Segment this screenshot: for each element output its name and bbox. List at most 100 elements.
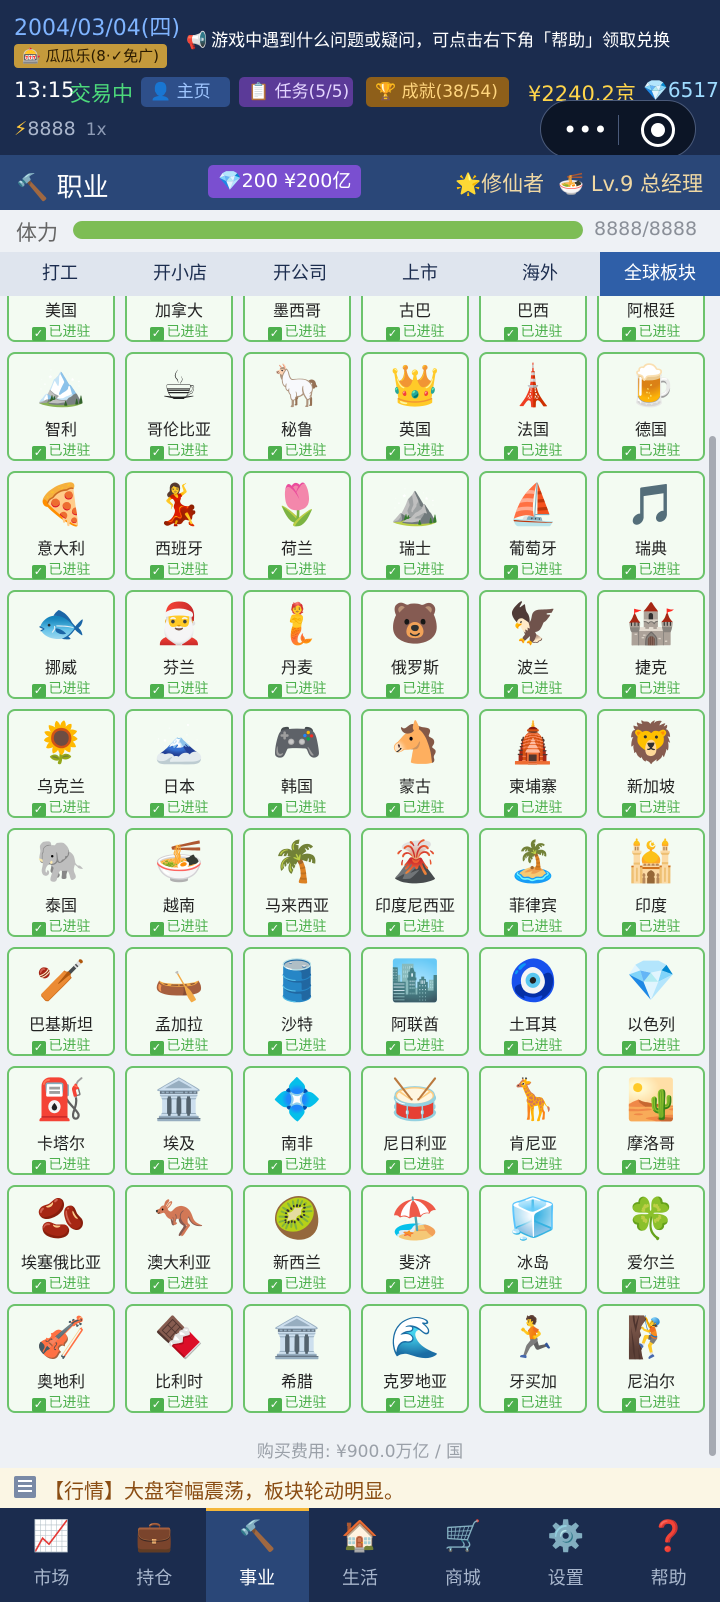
country-card[interactable]: 🛕 柬埔寨 ✓ 已进驻 (479, 709, 587, 818)
country-card[interactable]: 🍜 越南 ✓ 已进驻 (125, 828, 233, 937)
country-card[interactable]: 🧜 丹麦 ✓ 已进驻 (243, 590, 351, 699)
country-card[interactable]: 🫘 埃塞俄比亚 ✓ 已进驻 (7, 1185, 115, 1294)
country-emblem-icon: 🦁 (626, 720, 676, 766)
country-card[interactable]: 🧿 土耳其 ✓ 已进驻 (479, 947, 587, 1056)
check-icon: ✓ (503, 446, 518, 460)
country-card[interactable]: 🧗 尼泊尔 ✓ 已进驻 (597, 1304, 705, 1413)
country-card[interactable]: 🎻 奥地利 ✓ 已进驻 (7, 1304, 115, 1413)
country-card[interactable]: ⛵ 葡萄牙 ✓ 已进驻 (479, 471, 587, 580)
country-card[interactable]: 🏛️ 埃及 ✓ 已进驻 (125, 1066, 233, 1175)
entered-status-label: 已进驻 (402, 562, 445, 578)
country-card[interactable]: 🏜️ 摩洛哥 ✓ 已进驻 (597, 1066, 705, 1175)
country-card[interactable]: 🎅 芬兰 ✓ 已进驻 (125, 590, 233, 699)
country-card[interactable]: 🌊 克罗地亚 ✓ 已进驻 (361, 1304, 469, 1413)
tab-1[interactable]: 开小店 (120, 252, 240, 296)
country-card[interactable]: 🏏 巴基斯坦 ✓ 已进驻 (7, 947, 115, 1056)
country-card[interactable]: 🐘 泰国 ✓ 已进驻 (7, 828, 115, 937)
country-card[interactable]: 🦘 澳大利亚 ✓ 已进驻 (125, 1185, 233, 1294)
career-unlock-price[interactable]: 💎200 ¥200亿 (208, 165, 362, 198)
entered-status-label: 已进驻 (638, 562, 681, 578)
country-card[interactable]: 加拿大 ✓ 已进驻 (125, 296, 233, 342)
country-card[interactable]: 🏝️ 菲律宾 ✓ 已进驻 (479, 828, 587, 937)
country-card[interactable]: 🐻 俄罗斯 ✓ 已进驻 (361, 590, 469, 699)
country-card[interactable]: 🍕 意大利 ✓ 已进驻 (7, 471, 115, 580)
country-card[interactable]: 🏙️ 阿联酋 ✓ 已进驻 (361, 947, 469, 1056)
country-card[interactable]: 🍀 爱尔兰 ✓ 已进驻 (597, 1185, 705, 1294)
more-menu-icon[interactable]: ••• (563, 116, 608, 144)
country-card[interactable]: 阿根廷 ✓ 已进驻 (597, 296, 705, 342)
country-name: 冰岛 (516, 1253, 549, 1272)
check-icon: ✓ (267, 565, 282, 579)
country-emblem-icon: 🦘 (154, 1196, 204, 1242)
nav-item-0[interactable]: 📈 市场 (0, 1508, 103, 1602)
tab-4[interactable]: 海外 (480, 252, 600, 296)
nav-item-5[interactable]: ⚙️ 设置 (514, 1508, 617, 1602)
country-card[interactable]: 🎮 韩国 ✓ 已进驻 (243, 709, 351, 818)
nav-item-6[interactable]: ❓ 帮助 (617, 1508, 720, 1602)
country-card[interactable]: 🧊 冰岛 ✓ 已进驻 (479, 1185, 587, 1294)
country-card[interactable]: 🥝 新西兰 ✓ 已进驻 (243, 1185, 351, 1294)
country-card[interactable]: 🌋 印度尼西亚 ✓ 已进驻 (361, 828, 469, 937)
country-card[interactable]: 👑 英国 ✓ 已进驻 (361, 352, 469, 461)
country-card[interactable]: ☕ 哥伦比亚 ✓ 已进驻 (125, 352, 233, 461)
country-card[interactable]: 🍺 德国 ✓ 已进驻 (597, 352, 705, 461)
market-news-bar[interactable]: 【行情】大盘窄幅震荡，板块轮动明显。 (0, 1468, 720, 1508)
country-card[interactable]: 🌷 荷兰 ✓ 已进驻 (243, 471, 351, 580)
speed-multiplier[interactable]: 1x (86, 120, 107, 140)
ticker-text: 游戏中遇到什么问题或疑问，可点击右下角「帮助」领取兑换 (211, 31, 671, 51)
nav-item-1[interactable]: 💼 持仓 (103, 1508, 206, 1602)
global-sector-panel[interactable]: 美国 ✓ 已进驻 加拿大 ✓ 已进驻 墨西哥 ✓ 已进驻 古巴 ✓ 已进驻 巴西 ✓ 已进驻 阿根廷 ✓ 已进驻 🏔… (0, 296, 720, 1468)
country-card[interactable]: 🕌 印度 ✓ 已进驻 (597, 828, 705, 937)
tab-3[interactable]: 上市 (360, 252, 480, 296)
task-button[interactable]: 📋 任务(5/5) (239, 77, 353, 107)
tab-5[interactable]: 全球板块 (600, 252, 720, 296)
country-card[interactable]: 🦒 肯尼亚 ✓ 已进驻 (479, 1066, 587, 1175)
country-card[interactable]: 💃 西班牙 ✓ 已进驻 (125, 471, 233, 580)
nav-label: 事业 (239, 1568, 276, 1589)
country-card[interactable]: 🏰 捷克 ✓ 已进驻 (597, 590, 705, 699)
country-card[interactable]: 🐴 蒙古 ✓ 已进驻 (361, 709, 469, 818)
country-card[interactable]: 🛢️ 沙特 ✓ 已进驻 (243, 947, 351, 1056)
country-card[interactable]: 🛶 孟加拉 ✓ 已进驻 (125, 947, 233, 1056)
entered-status: ✓ 已进驻 (599, 797, 703, 817)
country-card[interactable]: 💎 以色列 ✓ 已进驻 (597, 947, 705, 1056)
home-button[interactable]: 👤 主页 (141, 77, 230, 107)
check-icon: ✓ (149, 803, 164, 817)
nav-item-4[interactable]: 🛒 商城 (411, 1508, 514, 1602)
nav-item-3[interactable]: 🏠 生活 (309, 1508, 412, 1602)
country-card[interactable]: 古巴 ✓ 已进驻 (361, 296, 469, 342)
country-emblem-icon: 🧗 (626, 1315, 676, 1361)
country-card[interactable]: 美国 ✓ 已进驻 (7, 296, 115, 342)
achievement-button[interactable]: 🏆 成就(38/54) (366, 77, 509, 107)
country-card[interactable]: ⛽ 卡塔尔 ✓ 已进驻 (7, 1066, 115, 1175)
country-card[interactable]: 🏔️ 智利 ✓ 已进驻 (7, 352, 115, 461)
country-card[interactable]: 🗻 日本 ✓ 已进驻 (125, 709, 233, 818)
announcement-ticker[interactable]: 📢 游戏中遇到什么问题或疑问，可点击右下角「帮助」领取兑换 (186, 26, 720, 51)
country-card[interactable]: 🦅 波兰 ✓ 已进驻 (479, 590, 587, 699)
country-card[interactable]: 🍫 比利时 ✓ 已进驻 (125, 1304, 233, 1413)
country-card[interactable]: 墨西哥 ✓ 已进驻 (243, 296, 351, 342)
country-card[interactable]: 💠 南非 ✓ 已进驻 (243, 1066, 351, 1175)
melon-lottery-badge[interactable]: 🎰 瓜瓜乐(8·✓免广) (14, 44, 168, 68)
country-card[interactable]: 巴西 ✓ 已进驻 (479, 296, 587, 342)
tab-2[interactable]: 开公司 (240, 252, 360, 296)
country-card[interactable]: 🏛️ 希腊 ✓ 已进驻 (243, 1304, 351, 1413)
scrollbar[interactable] (709, 436, 716, 1456)
country-card[interactable]: 🗼 法国 ✓ 已进驻 (479, 352, 587, 461)
country-card[interactable]: 🌴 马来西亚 ✓ 已进驻 (243, 828, 351, 937)
close-miniprogram-icon[interactable] (641, 113, 675, 147)
country-card[interactable]: 🌻 乌克兰 ✓ 已进驻 (7, 709, 115, 818)
entered-status: ✓ 已进驻 (9, 1392, 113, 1412)
tab-0[interactable]: 打工 (0, 252, 120, 296)
country-card[interactable]: 🥁 尼日利亚 ✓ 已进驻 (361, 1066, 469, 1175)
country-card[interactable]: 🏃 牙买加 ✓ 已进驻 (479, 1304, 587, 1413)
country-card[interactable]: 🐟 挪威 ✓ 已进驻 (7, 590, 115, 699)
entered-status: ✓ 已进驻 (481, 1154, 585, 1174)
nav-item-2[interactable]: 🔨 事业 (205, 1508, 309, 1602)
entered-status: ✓ 已进驻 (363, 678, 467, 698)
country-card[interactable]: 🦙 秘鲁 ✓ 已进驻 (243, 352, 351, 461)
country-card[interactable]: 🦁 新加坡 ✓ 已进驻 (597, 709, 705, 818)
country-card[interactable]: 🏖️ 斐济 ✓ 已进驻 (361, 1185, 469, 1294)
country-card[interactable]: 🎵 瑞典 ✓ 已进驻 (597, 471, 705, 580)
country-card[interactable]: ⛰️ 瑞士 ✓ 已进驻 (361, 471, 469, 580)
